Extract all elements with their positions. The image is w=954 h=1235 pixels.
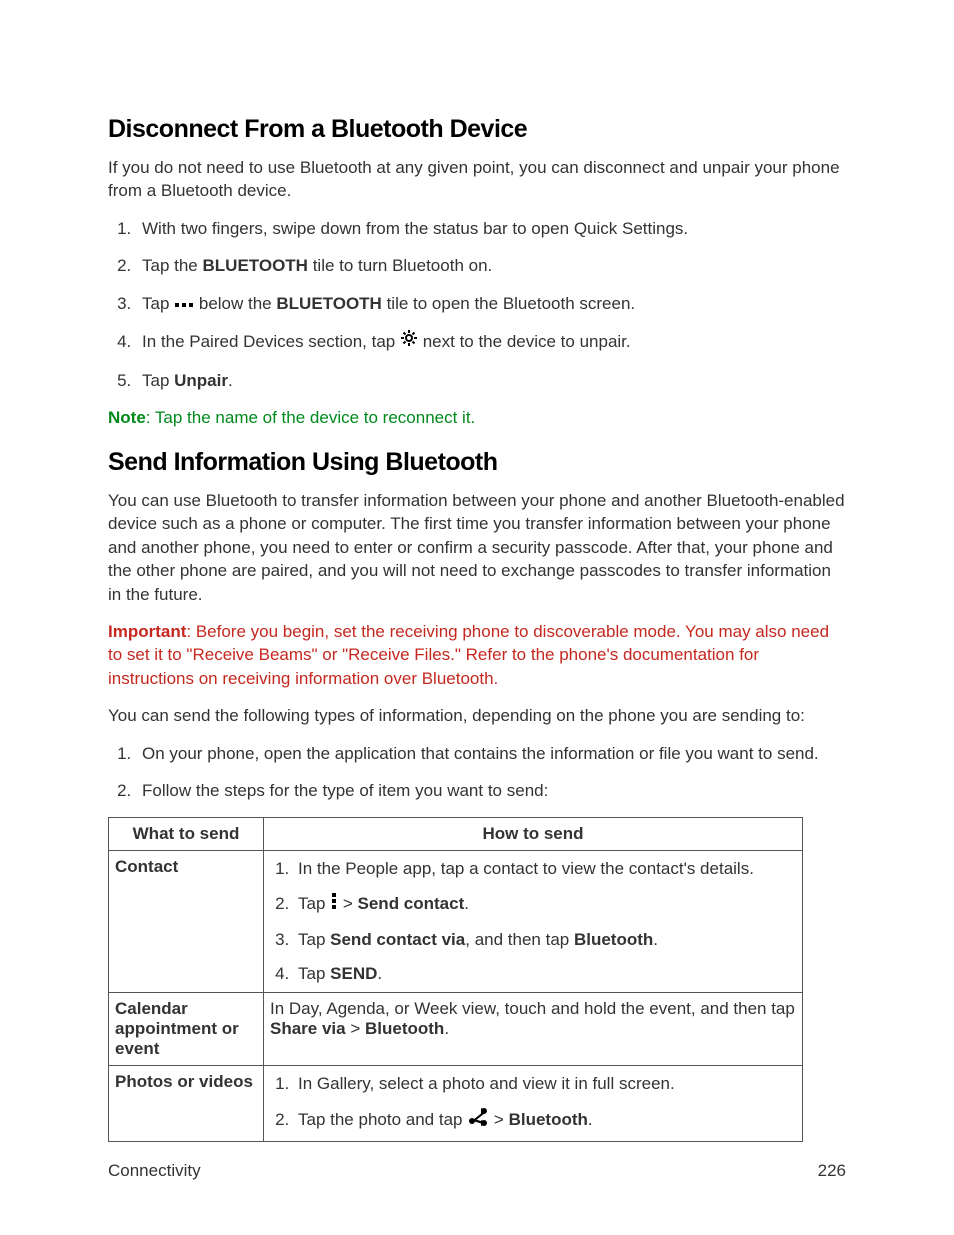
step-text: next to the device to unpair. <box>418 332 631 351</box>
step-text: below the <box>194 294 276 313</box>
substep-text: > <box>338 894 357 913</box>
cell-how: In the People app, tap a contact to view… <box>264 850 803 992</box>
cell-how: In Day, Agenda, or Week view, touch and … <box>264 992 803 1065</box>
step-text: On your phone, open the application that… <box>142 744 819 763</box>
step-text: tile to open the Bluetooth screen. <box>382 294 635 313</box>
important: Important: Before you begin, set the rec… <box>108 620 846 690</box>
table-row: Contact In the People app, tap a contact… <box>109 850 803 992</box>
step-bold: BLUETOOTH <box>276 294 381 313</box>
substep-text: . <box>377 964 382 983</box>
table-header-row: What to send How to send <box>109 817 803 850</box>
share-icon <box>467 1107 489 1132</box>
substep-text: . <box>653 930 658 949</box>
substep-bold: Send contact via <box>330 930 465 949</box>
substep-bold: Bluetooth <box>509 1110 588 1129</box>
step: With two fingers, swipe down from the st… <box>136 217 846 240</box>
substep-text: . <box>464 894 469 913</box>
substep-text: Tap <box>298 930 330 949</box>
send-table: What to send How to send Contact In the … <box>108 817 803 1142</box>
substep: Tap the photo and tap > Bluetooth. <box>294 1108 796 1133</box>
substep: Tap > Send contact. <box>294 893 796 916</box>
cell-what: Contact <box>109 850 264 992</box>
substep: Tap SEND. <box>294 964 796 984</box>
step: Tap below the BLUETOOTH tile to open the… <box>136 292 846 316</box>
step-text: Follow the steps for the type of item yo… <box>142 781 548 800</box>
cell-text: In Day, Agenda, or Week view, touch and … <box>270 999 795 1018</box>
cell-what: Calendar appointment or event <box>109 992 264 1065</box>
step-text: Tap <box>142 371 174 390</box>
para-send-1: You can use Bluetooth to transfer inform… <box>108 489 846 606</box>
substep-text: , and then tap <box>465 930 574 949</box>
step-text: Tap <box>142 294 174 313</box>
step: On your phone, open the application that… <box>136 742 846 765</box>
steps-disconnect: With two fingers, swipe down from the st… <box>108 217 846 392</box>
th-how: How to send <box>264 817 803 850</box>
table-row: Photos or videos In Gallery, select a ph… <box>109 1065 803 1141</box>
cell-bold: Bluetooth <box>365 1019 444 1038</box>
gear-icon <box>400 329 418 353</box>
important-label: Important <box>108 622 186 641</box>
footer-page-number: 226 <box>818 1161 846 1181</box>
dots-icon <box>174 292 194 315</box>
substep: Tap Send contact via, and then tap Bluet… <box>294 930 796 950</box>
overflow-icon <box>330 892 338 915</box>
intro-disconnect: If you do not need to use Bluetooth at a… <box>108 156 846 203</box>
step: Tap Unpair. <box>136 369 846 392</box>
cell-what: Photos or videos <box>109 1065 264 1141</box>
substep-text: Tap <box>298 964 330 983</box>
note: Note: Tap the name of the device to reco… <box>108 406 846 429</box>
cell-bold: Share via <box>270 1019 346 1038</box>
substep: In the People app, tap a contact to view… <box>294 859 796 879</box>
page-footer: Connectivity 226 <box>108 1161 846 1181</box>
para-send-2: You can send the following types of info… <box>108 704 846 727</box>
note-text: : Tap the name of the device to reconnec… <box>146 408 476 427</box>
substep-text: > <box>489 1110 508 1129</box>
substep-text: Tap the photo and tap <box>298 1110 467 1129</box>
step-text: . <box>228 371 233 390</box>
cell-text: . <box>444 1019 449 1038</box>
substep-text: In the People app, tap a contact to view… <box>298 859 754 878</box>
substep-text: . <box>588 1110 593 1129</box>
heading-disconnect: Disconnect From a Bluetooth Device <box>108 115 846 144</box>
substep-bold: SEND <box>330 964 377 983</box>
substep-text: In Gallery, select a photo and view it i… <box>298 1074 675 1093</box>
step-bold: Unpair <box>174 371 228 390</box>
step: Tap the BLUETOOTH tile to turn Bluetooth… <box>136 254 846 277</box>
step-text: tile to turn Bluetooth on. <box>308 256 492 275</box>
footer-section: Connectivity <box>108 1161 201 1181</box>
note-label: Note <box>108 408 146 427</box>
steps-send: On your phone, open the application that… <box>108 742 846 803</box>
step-text: Tap the <box>142 256 203 275</box>
cell-text: > <box>346 1019 365 1038</box>
substep-bold: Send contact <box>358 894 465 913</box>
document-page: Disconnect From a Bluetooth Device If yo… <box>0 0 954 1235</box>
step-text: In the Paired Devices section, tap <box>142 332 400 351</box>
step: In the Paired Devices section, tap next … <box>136 330 846 355</box>
th-what: What to send <box>109 817 264 850</box>
important-text: : Before you begin, set the receiving ph… <box>108 622 829 688</box>
substep-bold: Bluetooth <box>574 930 653 949</box>
step: Follow the steps for the type of item yo… <box>136 779 846 802</box>
table-row: Calendar appointment or event In Day, Ag… <box>109 992 803 1065</box>
substep: In Gallery, select a photo and view it i… <box>294 1074 796 1094</box>
step-bold: BLUETOOTH <box>203 256 308 275</box>
step-text: With two fingers, swipe down from the st… <box>142 219 688 238</box>
heading-send: Send Information Using Bluetooth <box>108 448 846 477</box>
substep-text: Tap <box>298 894 330 913</box>
cell-how: In Gallery, select a photo and view it i… <box>264 1065 803 1141</box>
